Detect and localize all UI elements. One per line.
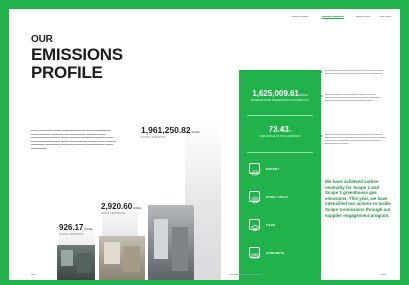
callout-dot xyxy=(320,134,323,137)
panel-divider xyxy=(247,115,313,116)
percentage-unit: % xyxy=(288,129,292,133)
category-label: TILES xyxy=(266,222,276,227)
callout-note: ▬▬▬▬▬▬ ▬▬▬▬ ▬▬▬▬▬▬ ▬▬▬ ▬▬▬▬▬ ▬▬▬▬▬ ▬▬▬ ▬… xyxy=(320,134,387,146)
scope1-figure: 926.17tCO2e SCOPE 1 EMISSIONS xyxy=(59,224,93,236)
page-footer-center: ▬▬▬▬▬▬▬▬ ▬▬▬▬▬▬ xyxy=(229,274,262,276)
scope3-value: 1,961,250.82 xyxy=(141,125,191,135)
report-page: ▬▬▬ ▬▬▬ ▬▬▬▬ ▬▬▬▬ ▬▬▬ ▬▬ ▬▬ ▬▬ OUR EMISS… xyxy=(9,9,400,280)
scope3-figure: 1,961,250.82tCO2e SCOPE 3 EMISSIONS xyxy=(141,126,200,139)
nav-link[interactable]: ▬▬▬ ▬▬ xyxy=(356,15,370,18)
scope3-unit: tCO2e xyxy=(191,130,200,134)
category-steel-coils: STEEL COILS xyxy=(249,191,313,204)
category-tiles: TILES xyxy=(249,219,313,232)
category-label: CONCRETE xyxy=(266,250,285,255)
scope1-caption: SCOPE 1 EMISSIONS xyxy=(59,233,84,236)
callout-dot xyxy=(320,94,323,97)
nav-link[interactable]: ▬▬ ▬▬ xyxy=(380,15,391,18)
callout-note: ▬▬▬ ▬▬▬▬ ▬▬▬▬▬▬▬ ▬▬▬ ▬▬▬▬ ▬▬▬▬▬ ▬▬▬▬▬▬ ▬… xyxy=(320,94,387,103)
steel-coil-icon xyxy=(249,191,260,204)
title-line: EMISSIONS xyxy=(31,45,123,64)
category-export: EXPORT xyxy=(249,163,313,176)
transport-emissions-panel: 1,625,009.61tCO2e EMISSIONS FROM TRANSPO… xyxy=(239,70,321,280)
scope2-caption: SCOPE 2 EMISSIONS xyxy=(101,212,126,215)
sample-photo xyxy=(99,236,145,280)
scope2-figure: 2,920.60tCO2e SCOPE 2 EMISSIONS xyxy=(101,203,141,215)
category-concrete: CONCRETE xyxy=(249,247,313,259)
page-title: OUR EMISSIONS PROFILE xyxy=(31,34,151,82)
nav-link[interactable]: ▬▬▬ ▬▬▬ xyxy=(292,15,308,18)
sample-photo xyxy=(57,245,95,280)
percentage-figure: 73.43% PERCENTAGE OF TOTAL EMISSIONS xyxy=(239,125,321,139)
transport-emissions-value: 1,625,009.61 xyxy=(252,89,300,98)
concrete-block-icon xyxy=(249,247,260,259)
nav-link-active[interactable]: ▬▬▬▬ ▬▬▬▬ xyxy=(322,15,344,19)
tiles-icon xyxy=(249,219,260,232)
title-line: OUR xyxy=(31,34,53,45)
transport-emissions-unit: tCO2e xyxy=(299,93,308,97)
category-label: STEEL COILS xyxy=(266,194,288,199)
page-footer-right: ▬▬ xyxy=(381,274,386,276)
percentage-value: 73.43 xyxy=(268,125,289,134)
scope1-value: 926.17 xyxy=(59,223,84,232)
transport-emissions-figure: 1,625,009.61tCO2e EMISSIONS FROM TRANSPO… xyxy=(239,89,321,103)
callout-dot xyxy=(320,70,323,73)
carbon-neutrality-statement: We have achieved carbon neutrality for S… xyxy=(325,179,391,218)
callout-connector xyxy=(321,71,325,137)
scope2-unit: tCO2e xyxy=(133,206,142,210)
callout-note: ▬▬▬ ▬▬▬▬▬▬ ▬▬▬ ▬▬▬▬ ▬▬▬▬▬ ▬▬▬ ▬▬▬▬▬▬ ▬▬▬… xyxy=(320,70,387,76)
ship-icon xyxy=(249,163,260,176)
scope3-caption: SCOPE 3 EMISSIONS xyxy=(141,135,166,139)
transport-emissions-caption: EMISSIONS FROM TRANSPORTING OUR PRODUCTS xyxy=(250,100,310,102)
page-footer-left: ▬▬ xyxy=(31,274,36,276)
panel-divider xyxy=(247,152,313,153)
intro-paragraph: ▬▬▬ ▬▬▬▬▬ ▬▬▬ ▬▬▬▬ ▬▬▬▬▬ ▬▬▬ ▬▬▬▬▬▬ ▬▬▬ … xyxy=(31,129,116,150)
percentage-caption: PERCENTAGE OF TOTAL EMISSIONS xyxy=(259,136,301,138)
title-line: PROFILE xyxy=(31,63,103,82)
scope2-value: 2,920.60 xyxy=(101,202,133,211)
sample-photo xyxy=(148,205,194,280)
scope1-unit: tCO2e xyxy=(84,227,93,231)
category-label: EXPORT xyxy=(266,166,280,171)
